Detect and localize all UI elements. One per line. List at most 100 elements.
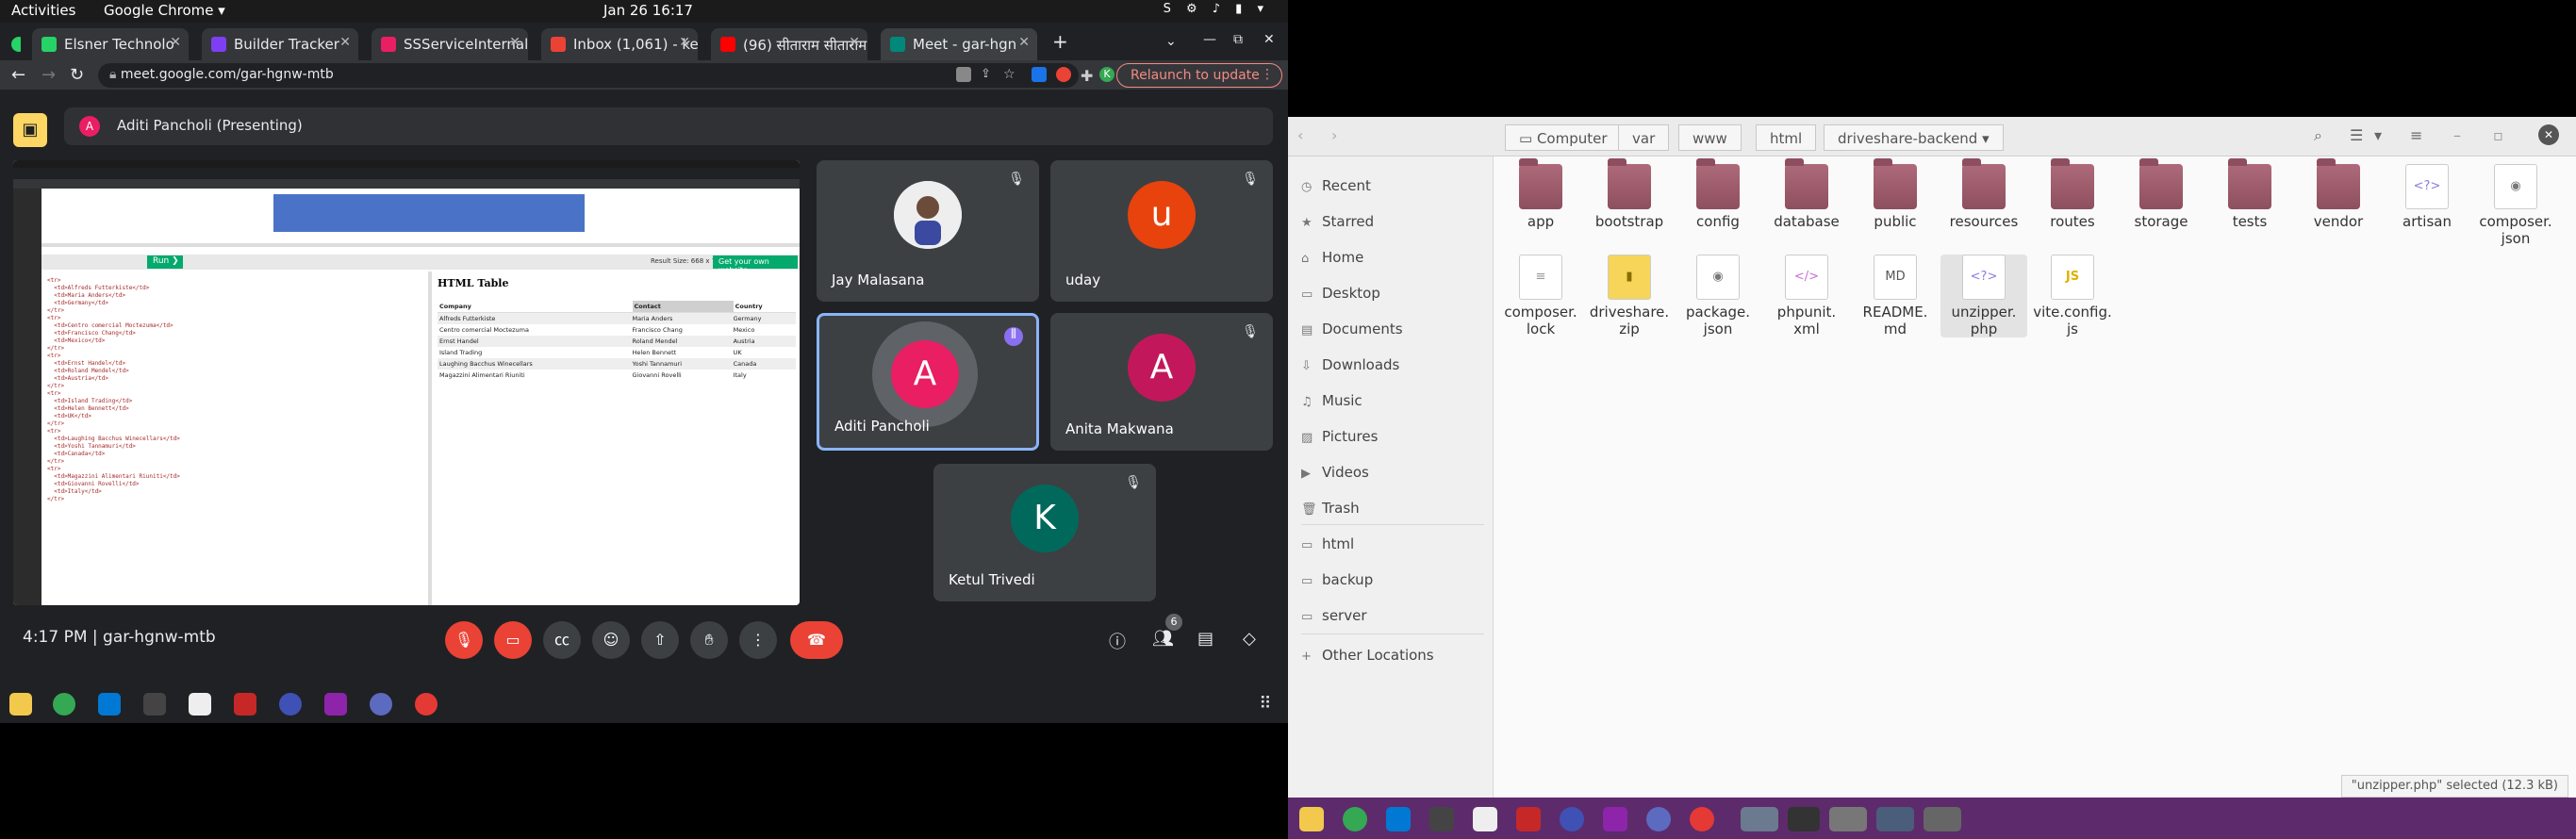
window-thumbnail[interactable] [1788,807,1820,831]
sidebar-item-html[interactable]: ▭ html [1301,535,1354,552]
folder-item[interactable]: app [1497,158,1584,230]
tab-0[interactable]: Elsner Technolo ✕ [32,28,189,60]
emoji-button[interactable]: ☺ [592,621,630,659]
mic-off-button[interactable]: 🎙︎ [445,621,483,659]
chrome-icon[interactable] [53,693,75,716]
close-icon[interactable]: ✕ [2538,124,2559,145]
forward-icon[interactable]: → [41,65,56,85]
file-item[interactable]: JS vite.config. js [2029,255,2116,337]
present-icon[interactable]: ▣ [13,113,47,147]
clock[interactable]: Jan 26 16:17 [603,2,693,19]
tab-3[interactable]: Inbox (1,061) - ke ✕ [541,28,698,60]
file-item[interactable]: ◉ package. json [1675,255,1761,337]
tab-1[interactable]: Builder Tracker ✕ [202,28,358,60]
sidebar-item-music[interactable]: ♫ Music [1301,392,1362,409]
breadcrumb-www[interactable]: www [1678,124,1742,151]
present-button[interactable]: ⇧ [641,621,679,659]
close-window-icon[interactable]: ✕ [1263,32,1275,47]
file-item-selected[interactable]: <?> unzipper. php [1940,255,2027,337]
terminal-icon[interactable] [1429,807,1454,831]
files-app-icon[interactable] [9,693,32,716]
file-item[interactable]: ▮ driveshare. zip [1586,255,1673,337]
folder-item[interactable]: database [1763,158,1850,230]
close-icon[interactable]: ✕ [509,35,520,50]
tab-meet-active[interactable]: Meet - gar-hgn ✕ [881,28,1037,60]
sidebar-item-starred[interactable]: ★ Starred [1301,213,1374,230]
folder-item[interactable]: tests [2206,158,2293,230]
maximize-icon[interactable]: ⧉ [1233,32,1243,47]
leave-call-button[interactable]: ☎︎ [790,621,843,659]
participant-tile[interactable]: u 🎙︎ uday [1050,160,1273,302]
window-thumbnail[interactable] [1829,807,1867,831]
puzzle-icon[interactable]: ✚ [1081,67,1096,85]
raise-hand-button[interactable]: ✋︎ [690,621,728,659]
system-tray[interactable]: S ⚙ ♪ ▮ ▾ [1164,2,1269,16]
window-thumbnail[interactable] [1876,807,1914,831]
app-icon[interactable] [370,693,392,716]
get-website-button[interactable]: Get your own website [713,255,798,274]
folder-item[interactable]: resources [1940,158,2027,230]
folder-item[interactable]: public [1852,158,1939,230]
close-icon[interactable]: ✕ [1018,35,1030,50]
relaunch-button[interactable]: Relaunch to update ⋮ [1116,63,1282,88]
close-icon[interactable]: ✕ [679,35,690,50]
alert-app-icon[interactable] [415,693,438,716]
more-options-button[interactable]: ⋮ [739,621,777,659]
chat-icon[interactable]: ▤ [1197,629,1214,649]
close-icon[interactable]: ✕ [339,35,351,50]
splitter[interactable] [428,271,432,605]
forward-icon[interactable]: › [1331,126,1337,144]
extension-icon[interactable] [1056,67,1071,82]
sidebar-item-server[interactable]: ▭ server [1301,607,1366,624]
participant-tile-active[interactable]: A ⦀ Aditi Pancholi [817,313,1039,451]
alert-app-icon[interactable] [1690,807,1714,831]
back-icon[interactable]: ← [11,65,25,85]
file-item[interactable]: MD README. md [1852,255,1939,337]
info-icon[interactable]: ⓘ [1109,629,1126,653]
minimize-icon[interactable]: – [2453,126,2461,144]
text-editor-icon[interactable] [1473,807,1497,831]
app-icon[interactable] [1603,807,1627,831]
breadcrumb-computer[interactable]: ▭ Computer [1505,124,1622,151]
sidebar-item-documents[interactable]: ▤ Documents [1301,321,1403,337]
sidebar-item-recent[interactable]: ◷ Recent [1301,177,1371,194]
breadcrumb-var[interactable]: var [1618,124,1670,151]
participant-tile[interactable]: A 🎙︎ Anita Makwana [1050,313,1273,451]
tab-2[interactable]: SSServiceInternal ✕ [372,28,528,60]
terminal-icon[interactable] [143,693,166,716]
files-app-icon[interactable] [1299,807,1324,831]
camera-off-button[interactable]: ▭ [494,621,532,659]
tab-4[interactable]: (96) सीताराम सीताराम ✕ [711,28,867,60]
sidebar-item-downloads[interactable]: ⇩ Downloads [1301,356,1399,373]
folder-item[interactable]: vendor [2295,158,2382,230]
extension-icon[interactable] [1032,67,1047,82]
people-icon[interactable]: 👥︎ [1152,629,1174,649]
app-menu[interactable]: Google Chrome ▾ [104,2,225,19]
sidebar-item-trash[interactable]: 🗑 Trash [1301,500,1360,517]
sidebar-item-home[interactable]: ⌂ Home [1301,249,1363,266]
camera-icon[interactable] [956,67,971,82]
folder-item[interactable]: routes [2029,158,2116,230]
participant-tile[interactable]: 🎙︎ Jay Malasana [817,160,1039,302]
profile-avatar[interactable]: K [1099,67,1115,82]
new-tab-button[interactable]: + [1052,30,1068,53]
tab-search-icon[interactable]: ⌄ [1165,34,1177,49]
file-item[interactable]: ≡ composer. lock [1497,255,1584,337]
search-icon[interactable]: ⌕ [2314,126,2322,145]
breadcrumb-driveshare-backend[interactable]: driveshare-backend ▾ [1824,124,2004,151]
app-icon[interactable] [1560,807,1584,831]
folder-item[interactable]: storage [2118,158,2204,230]
sidebar-item-desktop[interactable]: ▭ Desktop [1301,285,1380,302]
close-icon[interactable]: ✕ [849,35,860,50]
sidebar-item-backup[interactable]: ▭ backup [1301,571,1373,588]
vscode-icon[interactable] [98,693,121,716]
text-editor-icon[interactable] [189,693,211,716]
breadcrumb-html[interactable]: html [1756,124,1817,151]
activities-icon[interactable]: ◇ [1243,629,1256,649]
captions-button[interactable]: ㏄ [543,621,581,659]
app-icon[interactable] [1646,807,1671,831]
sidebar-item-pictures[interactable]: ▨ Pictures [1301,428,1378,445]
maximize-icon[interactable]: ▫ [2493,126,2503,144]
file-item[interactable]: ◉ composer. json [2472,164,2559,247]
chrome-icon[interactable] [1343,807,1367,831]
